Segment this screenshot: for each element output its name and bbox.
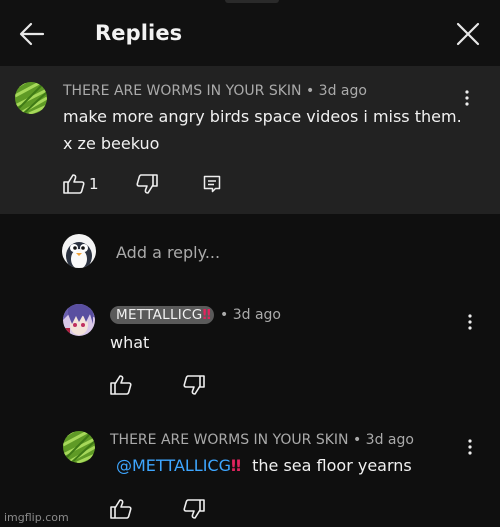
thumbs-down-icon[interactable] xyxy=(183,499,205,519)
reply-time: • 3d ago xyxy=(352,432,414,448)
thumbs-up-icon[interactable] xyxy=(110,499,132,519)
more-options-icon[interactable] xyxy=(462,438,478,456)
thumbs-down-icon[interactable] xyxy=(183,375,205,395)
comment-text-line-2: x ze beekuo xyxy=(63,134,160,153)
author-badge: ‼ xyxy=(202,307,212,323)
thumbs-up-icon[interactable] xyxy=(110,375,132,395)
mention-link[interactable]: @METTALLICG xyxy=(116,456,231,475)
comment-text-line-1: make more angry birds space videos i mis… xyxy=(63,107,462,126)
status-notch xyxy=(225,0,279,3)
close-icon[interactable] xyxy=(456,22,480,46)
green-grass-avatar[interactable] xyxy=(15,82,47,114)
comment-author[interactable]: THERE ARE WORMS IN YOUR SKIN xyxy=(63,83,302,99)
comment-time: • 3d ago xyxy=(305,83,367,99)
reply-author: METTALLICG xyxy=(116,307,203,323)
author-pill[interactable]: METTALLICG‼ xyxy=(110,306,214,324)
anime-character-avatar[interactable] xyxy=(63,304,95,336)
thumbs-down-icon[interactable] xyxy=(136,174,158,194)
reply-text: what xyxy=(110,333,150,352)
page-title: Replies xyxy=(95,21,183,45)
mention-badge: ‼ xyxy=(231,456,241,475)
add-reply-input[interactable]: Add a reply... xyxy=(116,243,220,262)
watermark-text: imgflip.com xyxy=(4,511,69,524)
reply-comment-icon[interactable] xyxy=(203,175,221,193)
thumbs-up-icon[interactable] xyxy=(63,174,85,194)
header-bar xyxy=(0,0,500,66)
reply-author[interactable]: THERE ARE WORMS IN YOUR SKIN xyxy=(110,432,349,448)
reply-time: • 3d ago xyxy=(220,307,281,323)
green-grass-avatar[interactable] xyxy=(63,431,95,463)
more-options-icon[interactable] xyxy=(459,89,475,107)
penguin-avatar[interactable] xyxy=(62,234,96,268)
reply-text: the sea floor yearns xyxy=(252,456,412,475)
more-options-icon[interactable] xyxy=(462,313,478,331)
arrow-left-icon[interactable] xyxy=(19,22,45,46)
like-count: 1 xyxy=(89,175,99,193)
